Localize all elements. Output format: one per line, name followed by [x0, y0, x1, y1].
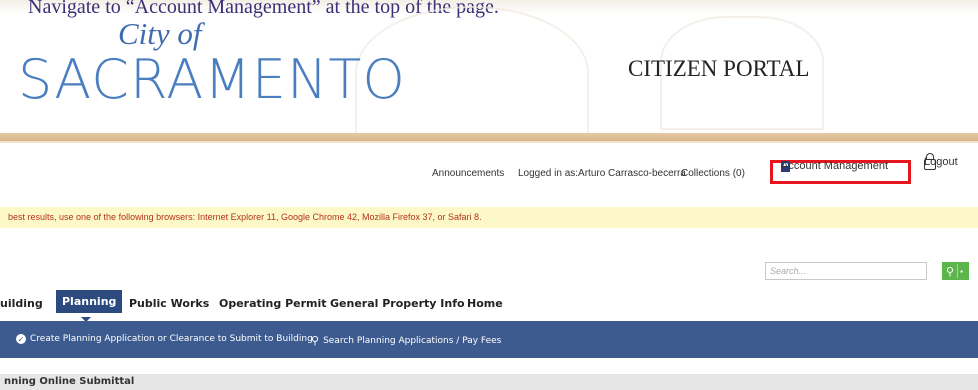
create-planning-application-label: Create Planning Application or Clearance…	[30, 334, 313, 344]
search-icon: ⚲	[311, 334, 320, 347]
section-title: nning Online Submittal	[4, 376, 135, 387]
search-options-icon: ▪	[960, 266, 963, 276]
logo-sacramento: SACRAMENTO	[18, 48, 406, 111]
collections-link[interactable]: Collections (0)	[681, 168, 745, 179]
header-divider-lower	[0, 141, 978, 143]
planning-subnav: ✓ Create Planning Application or Clearan…	[0, 321, 978, 358]
account-management-label: Account Management	[781, 160, 889, 172]
tab-operating-permit[interactable]: Operating Permit	[219, 297, 327, 310]
search-input[interactable]	[765, 262, 927, 280]
search-button-divider	[957, 264, 959, 278]
tab-general-property-info[interactable]: General Property Info	[330, 297, 465, 310]
portal-title: CITIZEN PORTAL	[628, 56, 810, 81]
search-icon: ⚲	[946, 265, 955, 278]
search-planning-applications-link[interactable]: ⚲ Search Planning Applications / Pay Fee…	[311, 334, 501, 347]
browser-warning-banner: best results, use one of the following b…	[0, 207, 978, 228]
logged-in-user: Logged in as:Arturo Carrasco-becerra	[518, 168, 686, 179]
main-nav: uilding Planning Public Works Operating …	[0, 287, 978, 322]
create-planning-application-link[interactable]: ✓ Create Planning Application or Clearan…	[16, 334, 313, 344]
section-header: nning Online Submittal	[0, 374, 978, 390]
tab-public-works[interactable]: Public Works	[129, 297, 209, 310]
check-circle-icon: ✓	[16, 334, 26, 344]
header-divider	[0, 133, 978, 141]
announcements-link[interactable]: Announcements	[432, 168, 504, 179]
tab-planning[interactable]: Planning	[56, 290, 123, 313]
tab-building[interactable]: uilding	[0, 297, 43, 310]
top-links-bar: Announcements Logged in as:Arturo Carras…	[0, 153, 978, 184]
browser-warning-text: best results, use one of the following b…	[8, 212, 482, 222]
search-button[interactable]: ⚲ ▪	[942, 262, 969, 280]
logout-label: Logout	[924, 156, 958, 168]
search-planning-applications-label: Search Planning Applications / Pay Fees	[323, 335, 502, 346]
tab-home[interactable]: Home	[467, 297, 503, 310]
logo-city-of: City of	[118, 16, 202, 51]
